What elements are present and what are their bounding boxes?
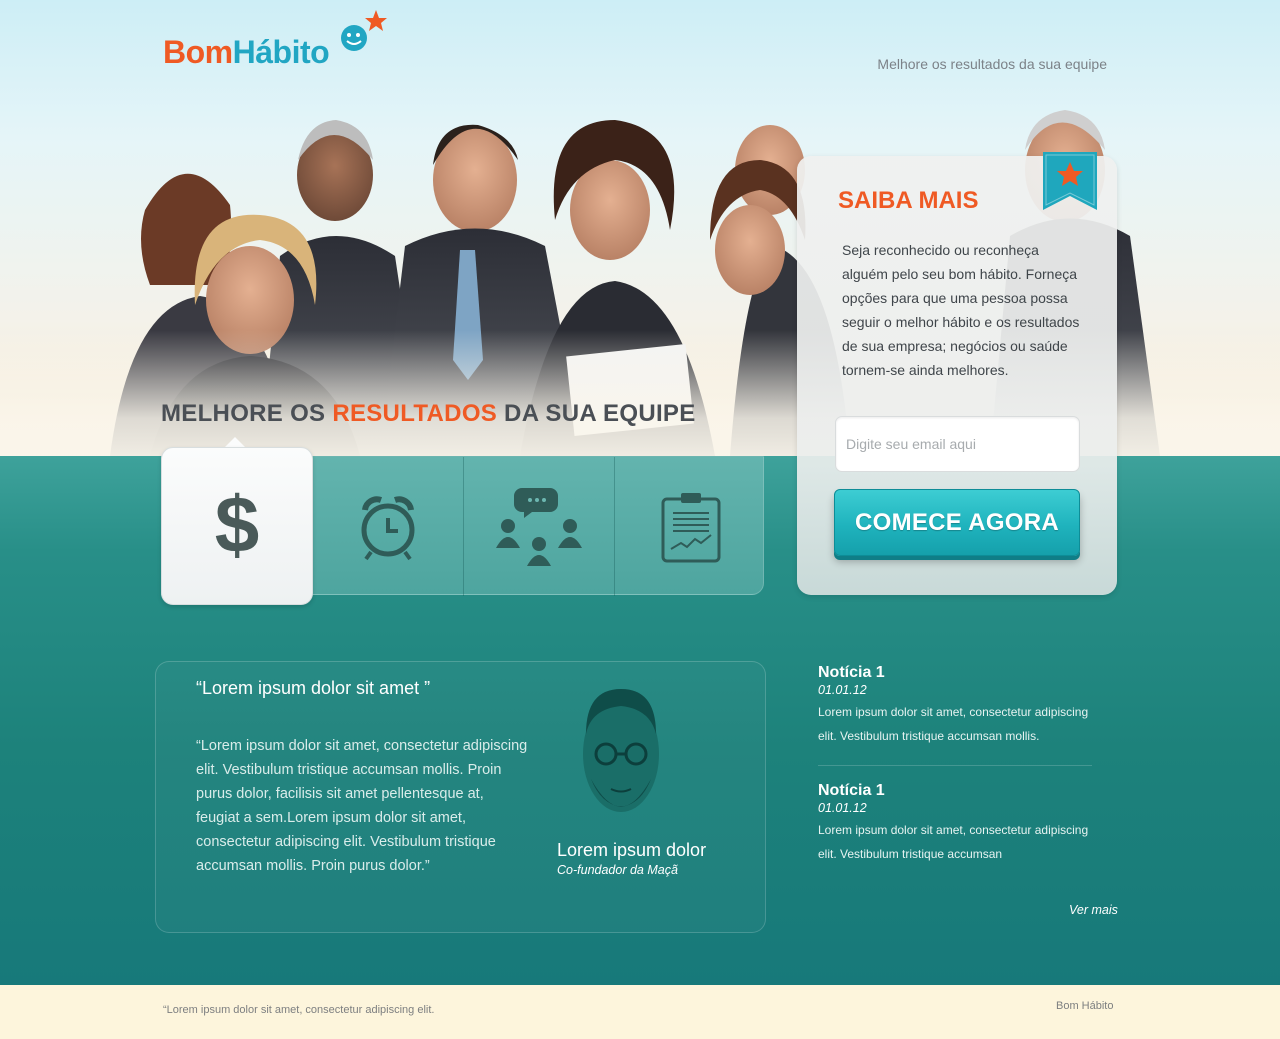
headline-accent: RESULTADOS (332, 400, 498, 427)
testimonial-box: “Lorem ipsum dolor sit amet ” “Lorem ips… (155, 661, 766, 933)
header-tagline: Melhore os resultados da sua equipe (877, 56, 1107, 72)
logo-text-bom: Bom (163, 34, 233, 70)
alarm-clock-icon (361, 495, 415, 560)
smiley-star-icon (341, 10, 387, 51)
tab-dollar[interactable]: $ (161, 447, 313, 605)
footer: “Lorem ipsum dolor sit amet, consectetur… (0, 985, 1280, 1039)
svg-text:$: $ (215, 486, 260, 566)
hero-headline: MELHORE OS RESULTADOS DA SUA EQUIPE (161, 400, 696, 428)
feature-tabs: $ (161, 447, 766, 605)
news-text: Lorem ipsum dolor sit amet, consectetur … (818, 823, 1089, 861)
ribbon-star-icon (1043, 152, 1097, 210)
news-date: 01.01.12 (818, 801, 867, 815)
brand-logo[interactable]: BomHábito (163, 34, 330, 71)
news-item[interactable]: Notícia 1 01.01.12 Lorem ipsum dolor sit… (818, 664, 1108, 748)
testimonial-author: Lorem ipsum dolor (557, 840, 707, 860)
tab-people[interactable] (464, 457, 615, 596)
author-portrait (583, 689, 659, 812)
people-chat-icon (496, 487, 582, 566)
news-item[interactable]: Notícia 1 01.01.12 Lorem ipsum dolor sit… (818, 782, 1108, 866)
dollar-icon: $ (215, 486, 260, 566)
active-tab-pointer (225, 437, 245, 447)
panel-description: Seja reconhecido ou reconheça alguém pel… (842, 242, 1080, 378)
testimonial-author-role: Co-fundador da Maçã (557, 863, 678, 877)
news-text: Lorem ipsum dolor sit amet, consectetur … (818, 705, 1089, 743)
testimonial-title: “Lorem ipsum dolor sit amet ” (196, 678, 431, 698)
logo-text-habito: Hábito (232, 34, 330, 70)
news-date: 01.01.12 (818, 683, 867, 697)
footer-quote: “Lorem ipsum dolor sit amet, consectetur… (163, 1004, 435, 1016)
news-title[interactable]: Notícia 1 (818, 664, 1108, 682)
headline-part-2: DA SUA EQUIPE (497, 400, 696, 427)
tab-clock[interactable] (313, 457, 464, 596)
news-divider (818, 765, 1092, 766)
email-field[interactable] (835, 416, 1080, 472)
testimonial-body: “Lorem ipsum dolor sit amet, consectetur… (196, 738, 528, 874)
panel-title: SAIBA MAIS (838, 187, 979, 214)
tab-clipboard[interactable] (615, 457, 766, 596)
see-more-link[interactable]: Ver mais (1069, 903, 1118, 917)
start-now-button[interactable]: COMECE AGORA (834, 489, 1080, 556)
signup-panel: SAIBA MAIS Seja reconhecido ou reconheça… (797, 152, 1117, 595)
headline-part-1: MELHORE OS (161, 400, 333, 427)
footer-brand: Bom Hábito (1056, 1000, 1114, 1012)
clipboard-chart-icon (661, 492, 720, 562)
news-title[interactable]: Notícia 1 (818, 782, 1108, 800)
